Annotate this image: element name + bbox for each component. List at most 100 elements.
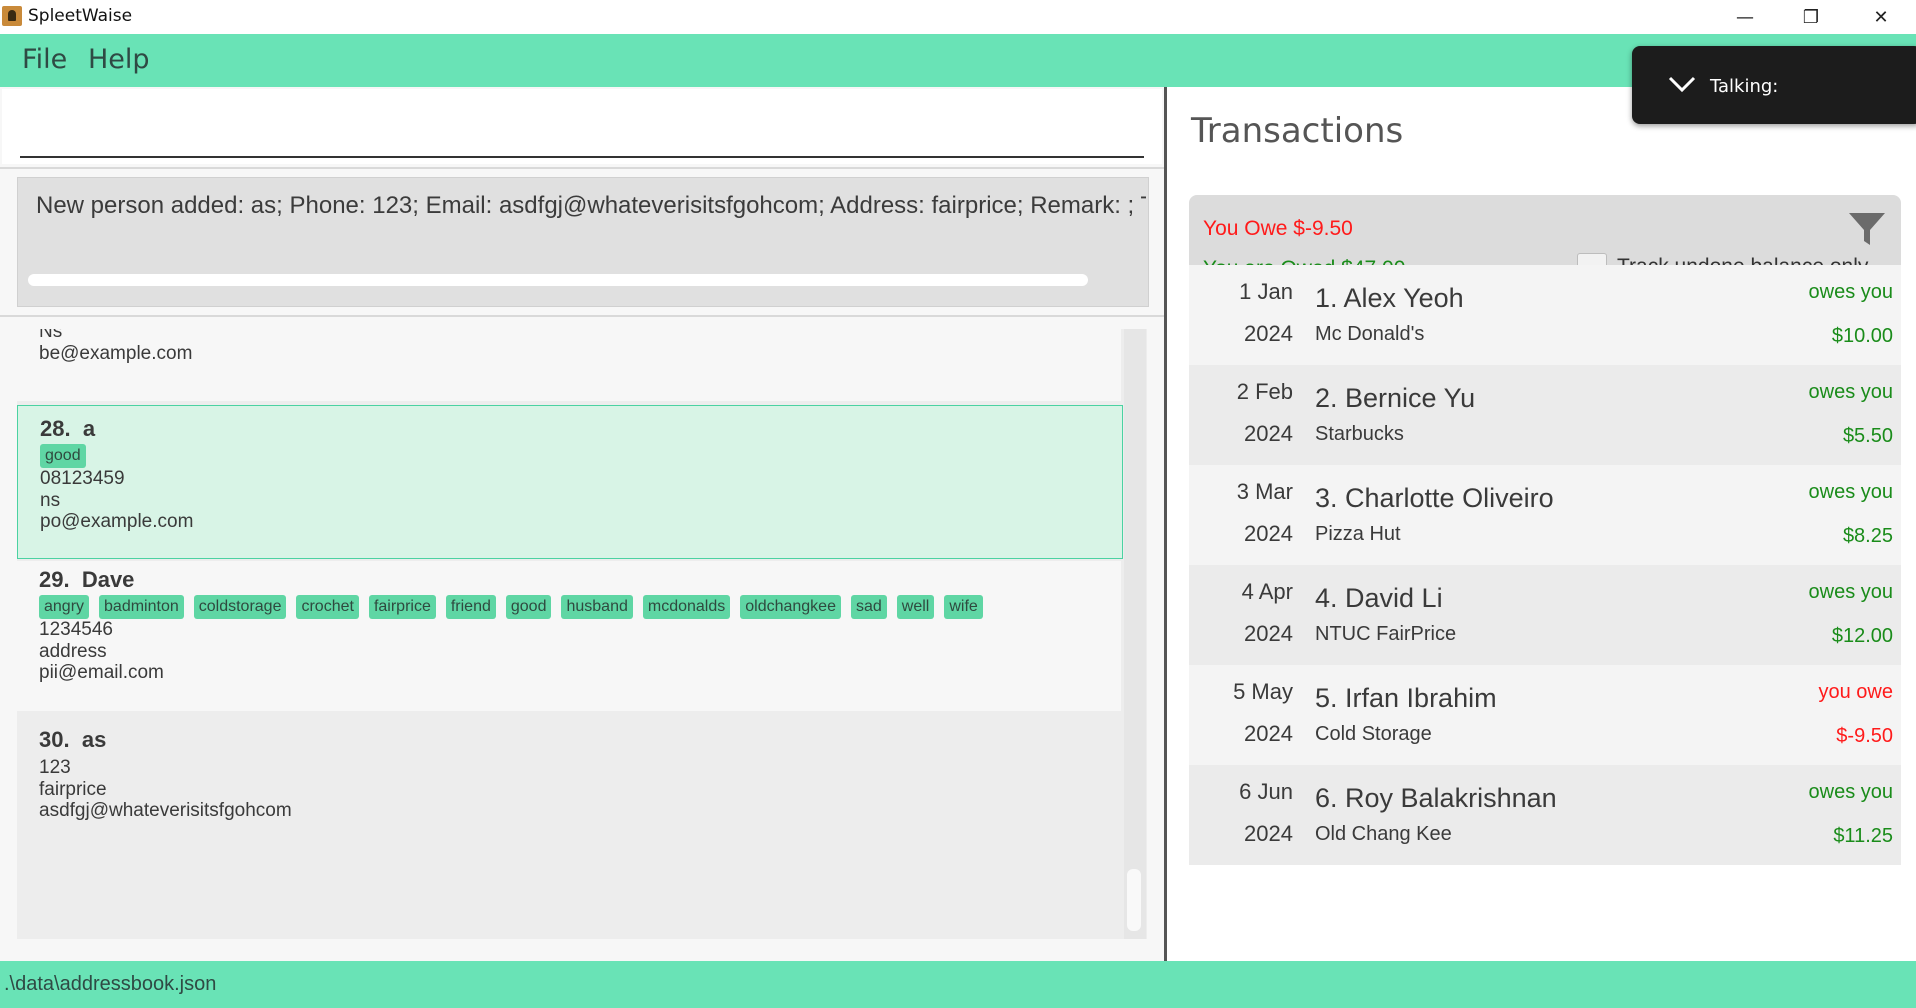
you-owe-total: You Owe $-9.50 xyxy=(1203,217,1353,240)
maximize-button[interactable]: ❐ xyxy=(1788,0,1834,34)
menu-help[interactable]: Help xyxy=(88,44,150,75)
command-box[interactable] xyxy=(2,89,1162,164)
tag: friend xyxy=(445,595,496,619)
person-list[interactable]: Ns be@example.com 28. a good 08123459 ns… xyxy=(17,329,1147,939)
tag: fairprice xyxy=(368,595,436,619)
transaction-day: 6 Jun xyxy=(1239,779,1293,804)
transaction-status: owes you xyxy=(1808,281,1894,303)
person-name: 29. Dave xyxy=(39,567,134,593)
transaction-description: Cold Storage xyxy=(1315,723,1432,745)
tag: well xyxy=(896,595,935,619)
menu-bar: File Help xyxy=(0,34,1916,87)
transaction-person: 4. David Li xyxy=(1315,583,1443,613)
person-address: fairprice xyxy=(39,779,107,800)
person-card-partial[interactable]: Ns be@example.com xyxy=(17,329,1121,401)
transaction-status: owes you xyxy=(1808,481,1894,503)
tag: wife xyxy=(944,595,983,619)
transactions-pane: Transactions You Owe $-9.50 You are Owed… xyxy=(1167,87,1916,961)
divider xyxy=(0,315,1164,317)
transaction-row[interactable]: 5 May 2024 5. Irfan Ibrahim Cold Storage… xyxy=(1189,665,1901,765)
person-email: pii@email.com xyxy=(39,662,164,683)
status-bar: .\data\addressbook.json xyxy=(0,961,1916,1008)
transaction-row[interactable]: 1 Jan 2024 1. Alex Yeoh Mc Donald's owes… xyxy=(1189,265,1901,365)
transaction-day: 3 Mar xyxy=(1236,479,1293,504)
person-card-selected[interactable]: 28. a good 08123459 ns po@example.com xyxy=(17,405,1123,559)
person-phone: 1234546 xyxy=(39,619,113,640)
person-card[interactable]: 29. Dave angry badminton coldstorage cro… xyxy=(17,561,1121,711)
transaction-amount: $-9.50 xyxy=(1836,725,1893,747)
transaction-status: you owe xyxy=(1818,681,1894,703)
transaction-row[interactable]: 3 Mar 2024 3. Charlotte Oliveiro Pizza H… xyxy=(1189,465,1901,565)
person-address: ns xyxy=(40,490,61,511)
person-email: be@example.com xyxy=(39,343,193,364)
transaction-status: owes you xyxy=(1808,581,1894,603)
person-name-text: as xyxy=(81,727,107,752)
person-address: address xyxy=(39,641,107,662)
person-list-scrollbar[interactable] xyxy=(1124,329,1146,939)
result-display: New person added: as; Phone: 123; Email:… xyxy=(17,177,1149,307)
talking-label: Talking: xyxy=(1710,76,1779,97)
left-pane: New person added: as; Phone: 123; Email:… xyxy=(0,87,1164,961)
tag: good xyxy=(505,595,552,619)
person-index: 28. xyxy=(40,416,71,441)
close-button[interactable]: ✕ xyxy=(1858,0,1904,34)
transaction-year: 2024 xyxy=(1244,721,1293,746)
tag-list: angry badminton coldstorage crochet fair… xyxy=(39,595,983,619)
transaction-amount: $5.50 xyxy=(1842,425,1893,447)
person-index: 29. xyxy=(39,567,70,592)
person-card[interactable]: 30. as 123 fairprice asdfgj@whateverisit… xyxy=(17,713,1121,863)
tag: husband xyxy=(561,595,633,619)
person-name-text: a xyxy=(82,416,96,441)
transaction-description: Starbucks xyxy=(1315,423,1404,445)
transaction-day: 1 Jan xyxy=(1239,279,1293,304)
tag: crochet xyxy=(296,595,359,619)
tag: oldchangkee xyxy=(740,595,841,619)
tag: sad xyxy=(850,595,887,619)
command-input[interactable] xyxy=(20,99,1144,151)
transaction-amount: $11.25 xyxy=(1833,825,1893,847)
tag: mcdonalds xyxy=(642,595,731,619)
person-name-text: Dave xyxy=(81,567,135,592)
transaction-person: 1. Alex Yeoh xyxy=(1315,283,1464,313)
transaction-description: NTUC FairPrice xyxy=(1315,623,1457,645)
tag-list: good xyxy=(40,444,86,468)
person-index: 30. xyxy=(39,727,70,752)
person-email: po@example.com xyxy=(40,511,194,532)
transaction-day: 5 May xyxy=(1233,679,1293,704)
tag: coldstorage xyxy=(193,595,287,619)
transaction-year: 2024 xyxy=(1244,521,1293,546)
divider xyxy=(0,167,1164,169)
filter-icon[interactable] xyxy=(1847,209,1887,249)
command-underline xyxy=(20,156,1144,158)
transaction-person: 2. Bernice Yu xyxy=(1315,383,1476,413)
person-card-fragment: Ns xyxy=(39,329,63,342)
transaction-description: Old Chang Kee xyxy=(1315,823,1452,845)
transaction-year: 2024 xyxy=(1244,321,1293,346)
result-horizontal-scrollbar[interactable] xyxy=(28,274,1088,286)
person-name: 28. a xyxy=(40,416,95,442)
transaction-day: 4 Apr xyxy=(1241,579,1293,604)
result-message: New person added: as; Phone: 123; Email:… xyxy=(36,192,1146,219)
talking-overlay[interactable]: Talking: xyxy=(1632,46,1916,124)
transaction-status: owes you xyxy=(1808,781,1894,803)
transaction-day: 2 Feb xyxy=(1236,379,1293,404)
transaction-description: Pizza Hut xyxy=(1315,523,1401,545)
person-phone: 08123459 xyxy=(40,468,125,489)
scrollbar-thumb[interactable] xyxy=(1127,869,1141,931)
transaction-row[interactable]: 6 Jun 2024 6. Roy Balakrishnan Old Chang… xyxy=(1189,765,1901,865)
menu-file[interactable]: File xyxy=(22,44,67,75)
tag: good xyxy=(40,444,86,468)
transaction-year: 2024 xyxy=(1244,421,1293,446)
transaction-amount: $8.25 xyxy=(1842,525,1893,547)
app-icon xyxy=(2,6,22,26)
title-bar: SpleetWaise — ❐ ✕ xyxy=(0,0,1916,34)
data-file-path: .\data\addressbook.json xyxy=(4,973,217,995)
minimize-button[interactable]: — xyxy=(1722,0,1768,34)
transaction-row[interactable]: 4 Apr 2024 4. David Li NTUC FairPrice ow… xyxy=(1189,565,1901,665)
transaction-status: owes you xyxy=(1808,381,1894,403)
transaction-person: 6. Roy Balakrishnan xyxy=(1315,783,1557,813)
chevron-down-icon[interactable] xyxy=(1668,74,1696,94)
transaction-person: 5. Irfan Ibrahim xyxy=(1315,683,1497,713)
transaction-row[interactable]: 2 Feb 2024 2. Bernice Yu Starbucks owes … xyxy=(1189,365,1901,465)
transaction-amount: $12.00 xyxy=(1831,625,1893,647)
